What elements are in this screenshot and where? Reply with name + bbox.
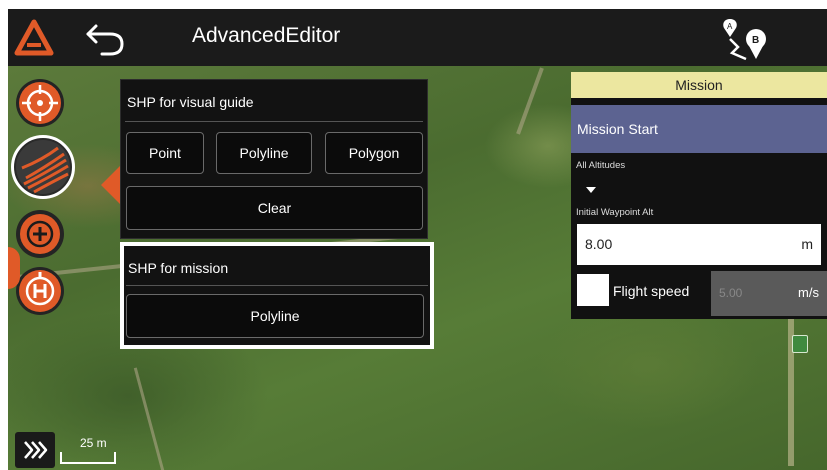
- back-arrow-icon: [86, 24, 124, 56]
- flight-speed-value: 5.00: [719, 286, 743, 300]
- map-scale-label: 25 m: [80, 436, 107, 450]
- polyline-guide-button[interactable]: Polyline: [216, 132, 312, 174]
- crosshair-icon: [19, 82, 61, 124]
- svg-text:A: A: [727, 22, 733, 31]
- visual-guide-title: SHP for visual guide: [127, 94, 254, 110]
- clear-button[interactable]: Clear: [126, 186, 423, 230]
- polygon-button[interactable]: Polygon: [325, 132, 423, 174]
- flight-speed-unit: m/s: [798, 285, 819, 300]
- altitude-label: All Altitudes: [576, 160, 626, 171]
- initial-waypoint-unit: m: [801, 236, 813, 252]
- altitude-dropdown[interactable]: [576, 183, 636, 199]
- shp-panel: SHP for visual guide Point Polyline Poly…: [120, 79, 434, 421]
- point-button[interactable]: Point: [126, 132, 204, 174]
- tool-home-button[interactable]: [16, 267, 64, 315]
- map-scale-bar: [60, 452, 116, 464]
- polyline-mission-button[interactable]: Polyline: [126, 294, 424, 338]
- app-window: AdvancedEditor A B SHP for visual guide …: [8, 9, 827, 470]
- mission-header: Mission: [571, 72, 827, 98]
- top-bar: AdvancedEditor A B: [8, 9, 827, 66]
- route-a-to-b-icon: A B: [723, 19, 766, 61]
- tool-target-button[interactable]: [16, 79, 64, 127]
- flight-speed-label: Flight speed: [613, 283, 690, 299]
- app-logo-icon: [14, 19, 54, 57]
- visual-guide-section: SHP for visual guide Point Polyline Poly…: [120, 79, 428, 239]
- mission-start-button[interactable]: Mission Start: [571, 105, 827, 153]
- mission-shp-title: SHP for mission: [128, 260, 229, 276]
- app-title: AdvancedEditor: [192, 24, 341, 47]
- expand-button[interactable]: [15, 432, 55, 468]
- side-panel-handle[interactable]: [8, 247, 20, 289]
- mission-panel: Mission Mission Start All Altitudes Init…: [571, 72, 827, 319]
- map-marker-icon[interactable]: [792, 335, 808, 353]
- mission-shp-section: SHP for mission Polyline: [120, 242, 434, 349]
- field-rows-icon: [16, 140, 70, 194]
- plus-circle-icon: [20, 214, 60, 254]
- route-button[interactable]: A B: [720, 15, 778, 65]
- divider: [126, 285, 428, 286]
- divider: [125, 121, 423, 122]
- map-road: [516, 67, 544, 135]
- back-button[interactable]: [82, 17, 130, 57]
- home-point-h-icon: [19, 270, 61, 312]
- tool-shp-button[interactable]: [11, 135, 75, 199]
- initial-waypoint-value: 8.00: [585, 236, 613, 252]
- initial-waypoint-input[interactable]: 8.00 m: [577, 224, 821, 265]
- panel-pointer: [101, 165, 121, 205]
- svg-text:B: B: [752, 35, 759, 46]
- tool-add-button[interactable]: [16, 210, 64, 258]
- flight-speed-input[interactable]: 5.00 m/s: [711, 271, 827, 316]
- initial-waypoint-label: Initial Waypoint Alt: [576, 207, 654, 218]
- dropdown-arrow-icon: [586, 187, 596, 193]
- triple-chevron-right-icon: [24, 441, 48, 459]
- flight-speed-checkbox[interactable]: [577, 274, 609, 306]
